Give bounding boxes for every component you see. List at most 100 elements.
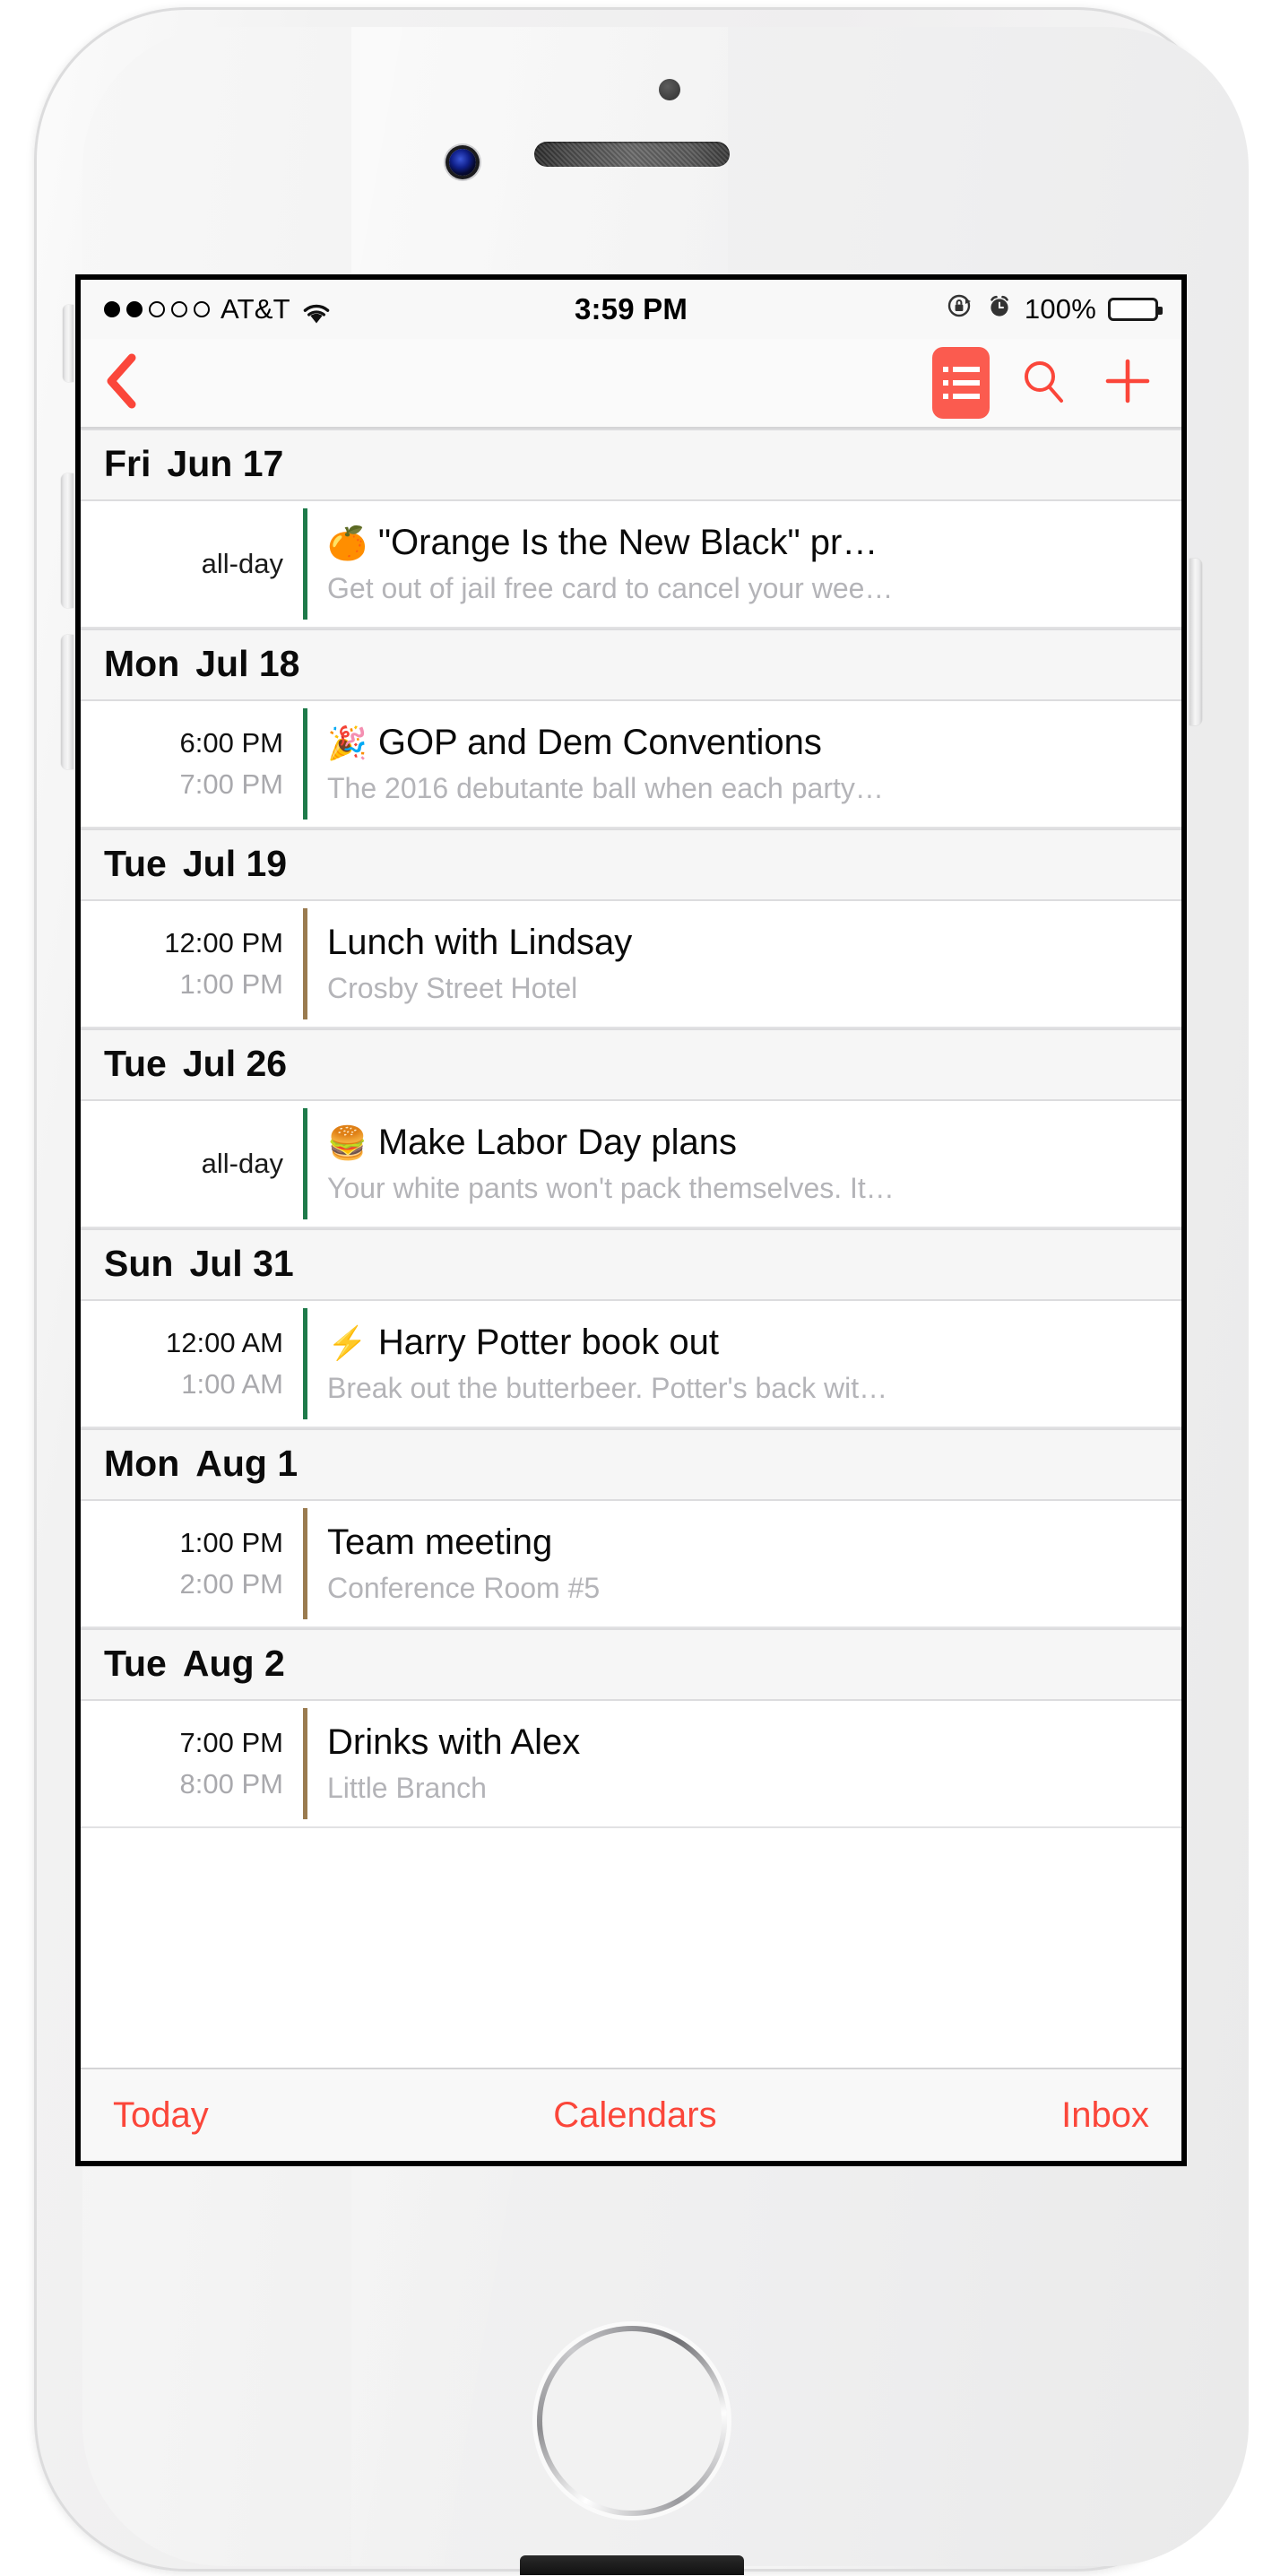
event-title-text: Drinks with Alex <box>327 1722 581 1762</box>
event-start-time: 7:00 PM <box>179 1727 283 1758</box>
day-of-week-label: Fri <box>104 443 151 484</box>
high-voltage-emoji: ⚡ <box>327 1323 368 1361</box>
wifi-icon <box>301 298 332 324</box>
day-date-label: Jul 19 <box>182 843 288 884</box>
event-title-text: Harry Potter book out <box>377 1323 720 1362</box>
event-body: 🍔 Make Labor Day plans Your white pants wo… <box>307 1101 1181 1227</box>
earpiece-speaker <box>533 142 730 167</box>
day-of-week-label: Mon <box>104 1443 180 1484</box>
event-times: 6:00 PM 7:00 PM <box>81 701 303 827</box>
event-times: all-day <box>81 1101 303 1227</box>
event-title: ⚡ Harry Potter book out <box>327 1323 1164 1363</box>
event-body: 🍊 "Orange Is the New Black" pr… Get out of… <box>307 501 1181 627</box>
home-button[interactable] <box>536 2326 727 2516</box>
day-date-label: Jul 26 <box>182 1043 288 1084</box>
event-end-time: 1:00 AM <box>181 1368 283 1400</box>
event-times: all-day <box>81 501 303 627</box>
day-date-label: Jul 31 <box>189 1243 294 1284</box>
event-row[interactable]: 12:00 PM 1:00 PM Lunch with Lindsay Crosby … <box>81 901 1181 1028</box>
event-row[interactable]: 6:00 PM 7:00 PM 🎉 GOP and Dem Conventions Th… <box>81 701 1181 828</box>
plus-icon <box>1103 357 1152 410</box>
day-header: Fri Jun 17 <box>81 429 1181 501</box>
navigation-bar <box>81 339 1181 429</box>
event-all-day-label: all-day <box>201 548 283 579</box>
event-subtitle: Break out the butterbeer. Potter's back … <box>327 1372 888 1404</box>
silent-switch-button[interactable] <box>63 305 74 382</box>
power-button[interactable] <box>1189 559 1202 725</box>
volume-down-button[interactable] <box>61 635 74 769</box>
event-row[interactable]: 1:00 PM 2:00 PM Team meeting Conference Roo… <box>81 1501 1181 1628</box>
event-times: 12:00 AM 1:00 AM <box>81 1301 303 1427</box>
event-subtitle: Conference Room #5 <box>327 1572 601 1604</box>
day-header: Tue Jul 19 <box>81 828 1181 901</box>
event-all-day-label: all-day <box>201 1148 283 1179</box>
event-start-time: 6:00 PM <box>179 727 283 759</box>
event-title-text: "Orange Is the New Black" pr… <box>377 523 878 562</box>
event-row[interactable]: 7:00 PM 8:00 PM Drinks with Alex Little Bra… <box>81 1701 1181 1828</box>
status-bar-right: 100% <box>688 291 1163 328</box>
event-subtitle: Little Branch <box>327 1772 487 1804</box>
event-body: 🎉 GOP and Dem Conventions The 2016 debutan… <box>307 701 1181 827</box>
status-bar-left: AT&T <box>104 293 575 325</box>
screen-frame: AT&T 3:59 PM 100% Fri Jun 17 all-day 🍊 "… <box>75 274 1187 2166</box>
phone-screen: AT&T 3:59 PM 100% Fri Jun 17 all-day 🍊 "… <box>81 280 1181 2161</box>
inbox-button[interactable]: Inbox <box>1058 2090 1153 2141</box>
event-list[interactable]: Fri Jun 17 all-day 🍊 "Orange Is the New Blac… <box>81 429 1181 2068</box>
event-row[interactable]: all-day 🍊 "Orange Is the New Black" pr… Get… <box>81 501 1181 629</box>
event-body: Drinks with Alex Little Branch <box>307 1701 1181 1826</box>
status-bar: AT&T 3:59 PM 100% <box>81 280 1181 339</box>
calendars-button[interactable]: Calendars <box>212 2090 1058 2141</box>
event-title-text: Lunch with Lindsay <box>327 923 633 962</box>
day-of-week-label: Tue <box>104 1643 167 1684</box>
event-title: Drinks with Alex <box>327 1722 1164 1763</box>
add-event-button[interactable] <box>1097 351 1158 415</box>
event-end-time: 2:00 PM <box>179 1568 283 1600</box>
hamburger-emoji: 🍔 <box>327 1123 368 1161</box>
event-row[interactable]: 12:00 AM 1:00 AM ⚡ Harry Potter book out Bre… <box>81 1301 1181 1428</box>
day-header: Mon Jul 18 <box>81 629 1181 701</box>
event-subtitle: Get out of jail free card to cancel your… <box>327 572 894 604</box>
day-header: Mon Aug 1 <box>81 1428 1181 1501</box>
event-times: 12:00 PM 1:00 PM <box>81 901 303 1027</box>
event-row[interactable]: all-day 🍔 Make Labor Day plans Your white p… <box>81 1101 1181 1228</box>
day-date-label: Jul 18 <box>195 643 300 684</box>
tangerine-emoji: 🍊 <box>327 524 368 561</box>
battery-percent-label: 100% <box>1024 293 1096 325</box>
battery-icon <box>1108 298 1163 321</box>
day-date-label: Aug 2 <box>182 1643 285 1684</box>
day-of-week-label: Tue <box>104 843 167 884</box>
volume-up-button[interactable] <box>61 473 74 608</box>
day-of-week-label: Tue <box>104 1043 167 1084</box>
day-date-label: Aug 1 <box>195 1443 298 1484</box>
back-button[interactable] <box>104 351 167 414</box>
proximity-sensor-icon <box>659 79 680 100</box>
event-title-text: GOP and Dem Conventions <box>377 723 822 762</box>
alarm-clock-icon <box>986 292 1013 327</box>
bottom-toolbar: Today Calendars Inbox <box>81 2068 1181 2161</box>
bottom-port <box>519 2555 744 2575</box>
day-header: Sun Jul 31 <box>81 1228 1181 1301</box>
list-view-button[interactable] <box>932 347 990 419</box>
day-header: Tue Aug 2 <box>81 1628 1181 1701</box>
party-popper-emoji: 🎉 <box>327 724 368 761</box>
search-button[interactable] <box>1013 351 1074 415</box>
event-start-time: 12:00 AM <box>166 1327 283 1358</box>
event-title: 🍊 "Orange Is the New Black" pr… <box>327 523 1164 563</box>
event-end-time: 1:00 PM <box>179 968 283 1000</box>
event-body: Team meeting Conference Room #5 <box>307 1501 1181 1626</box>
event-title: 🍔 Make Labor Day plans <box>327 1123 1164 1163</box>
event-body: ⚡ Harry Potter book out Break out the butt… <box>307 1301 1181 1427</box>
event-title: Team meeting <box>327 1522 1164 1563</box>
event-subtitle: Crosby Street Hotel <box>327 972 578 1004</box>
day-of-week-label: Sun <box>104 1243 174 1284</box>
event-start-time: 12:00 PM <box>164 927 283 958</box>
event-end-time: 8:00 PM <box>179 1768 283 1800</box>
day-date-label: Jun 17 <box>167 443 284 484</box>
today-button[interactable]: Today <box>109 2090 212 2141</box>
day-header: Tue Jul 26 <box>81 1028 1181 1101</box>
event-subtitle: Your white pants won't pack themselves. … <box>327 1172 895 1204</box>
screenshot-stage: AT&T 3:59 PM 100% Fri Jun 17 all-day 🍊 "… <box>0 0 1263 2576</box>
event-times: 1:00 PM 2:00 PM <box>81 1501 303 1626</box>
event-start-time: 1:00 PM <box>179 1527 283 1558</box>
event-body: Lunch with Lindsay Crosby Street Hotel <box>307 901 1181 1027</box>
